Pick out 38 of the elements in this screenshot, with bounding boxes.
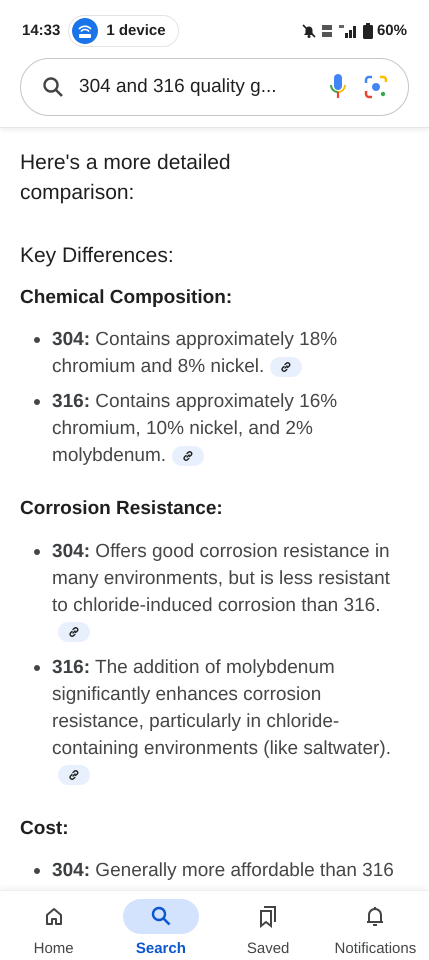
source-link-button[interactable] — [58, 765, 90, 786]
nav-tab[interactable]: Notifications — [322, 891, 429, 960]
microphone-icon[interactable] — [328, 73, 348, 101]
hotspot-icon — [72, 18, 98, 44]
camera-lens-icon[interactable] — [362, 73, 390, 101]
search-icon — [41, 75, 65, 99]
bullet-icon — [34, 664, 40, 670]
bullet-text: 304: Generally more affordable than 316 — [52, 859, 394, 883]
source-link-button[interactable] — [270, 356, 302, 377]
bullet-text: 304: Offers good corrosion resistance in many environments, but is less resistant to chloride-induced corrosion than 316. — [52, 538, 395, 646]
bullet-icon — [34, 868, 40, 874]
section-heading: Key Differences: — [20, 243, 175, 269]
nav-tab[interactable]: Search — [107, 891, 214, 960]
bullet-text: 316: The addition of molybdenum significantly enhances corrosion resistance, particularly in chloride-containing environments (like saltwater). — [52, 654, 395, 788]
source-link-button[interactable] — [58, 622, 90, 642]
subsection-heading: Chemical Composition: — [20, 286, 234, 310]
device-chip[interactable]: 1 device — [68, 15, 179, 47]
battery-level: 60% — [376, 20, 407, 41]
subsection-heading: Corrosion Resistance: — [20, 497, 224, 521]
mute-icon — [300, 23, 317, 39]
search-bar[interactable]: 304 and 316 quality g... — [20, 58, 409, 116]
nav-tab[interactable]: Home — [0, 891, 108, 960]
bullet-icon — [34, 399, 40, 405]
link-icon — [67, 768, 81, 782]
link-icon — [67, 625, 81, 640]
status-time: 14:33 — [22, 20, 60, 41]
bullet-text: 304: Contains approximately 18% chromium and 8% nickel. — [52, 328, 338, 379]
battery-icon — [362, 23, 373, 39]
signal-icon — [336, 23, 359, 39]
source-link-button[interactable] — [172, 446, 204, 466]
nav-tab[interactable]: Saved — [214, 891, 322, 960]
bullet-icon — [34, 548, 40, 554]
link-icon — [181, 448, 196, 463]
bullet-text: 316: Contains approximately 16% chromium, 10% nickel, and 2% molybdenum. — [52, 390, 338, 468]
link-icon — [279, 360, 294, 374]
intro-text: Here's a more detailed comparison: — [20, 150, 232, 206]
subsection-heading: Cost: — [20, 816, 70, 840]
bullet-icon — [34, 337, 40, 343]
